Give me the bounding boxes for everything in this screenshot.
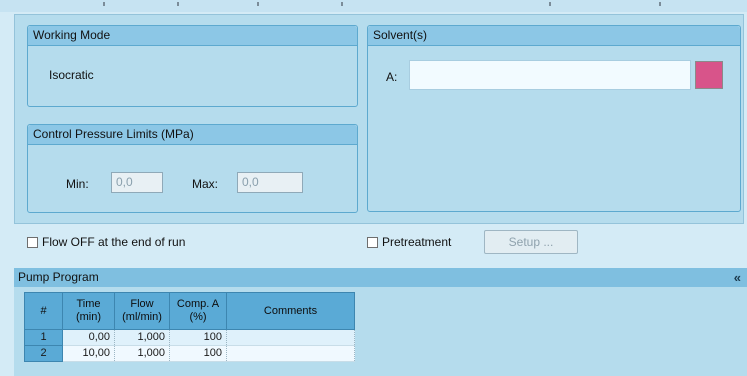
solvent-a-input[interactable] [409,60,691,90]
working-mode-value: Isocratic [49,68,94,82]
comment-cell[interactable] [226,345,355,362]
column-header-comments[interactable]: Comments [226,292,355,330]
solvents-title: Solvent(s) [368,26,740,46]
comment-cell[interactable] [226,329,355,346]
column-header-label: Comments [263,304,318,317]
solvent-a-label: A: [386,70,398,84]
pump-program-title: Pump Program [18,270,99,284]
pressure-limits-group: Control Pressure Limits (MPa) Min: 0,0 M… [27,124,358,213]
top-strip-tick [257,2,259,6]
flow-off-label: Flow OFF at the end of run [42,235,186,249]
max-label: Max: [192,177,219,191]
time-cell[interactable]: 0,00 [62,329,115,346]
comp-a-cell[interactable]: 100 [169,329,227,346]
column-header-label: Time (min) [75,298,102,323]
column-header-label: # [40,304,47,317]
pressure-limits-title: Control Pressure Limits (MPa) [28,125,357,145]
top-strip [0,0,747,12]
table-row[interactable]: 1 0,00 1,000 100 [24,329,355,346]
solvent-a-color-button[interactable] [695,61,723,89]
flow-cell[interactable]: 1,000 [114,329,170,346]
working-mode-title: Working Mode [28,26,357,46]
column-header-time[interactable]: Time (min) [62,292,115,330]
top-strip-tick [659,2,661,6]
pump-program-table: # Time (min) Flow (ml/min) Comp. A (%) C… [24,292,355,362]
pump-program-header: Pump Program « [14,268,747,287]
flow-cell[interactable]: 1,000 [114,345,170,362]
top-strip-tick [103,2,105,6]
min-label: Min: [66,177,89,191]
column-header-comp-a[interactable]: Comp. A (%) [169,292,227,330]
row-number[interactable]: 1 [24,329,63,346]
comp-a-cell[interactable]: 100 [169,345,227,362]
top-strip-tick [341,2,343,6]
solvents-group: Solvent(s) A: [367,25,741,212]
column-header-number[interactable]: # [24,292,63,330]
setup-button[interactable]: Setup ... [484,230,578,254]
pump-program-area: # Time (min) Flow (ml/min) Comp. A (%) C… [14,287,747,376]
collapse-icon[interactable]: « [734,268,741,287]
flow-off-checkbox[interactable] [27,237,38,248]
row-number[interactable]: 2 [24,345,63,362]
top-strip-tick [177,2,179,6]
settings-panel: Working Mode Isocratic Solvent(s) A: Con… [14,14,744,224]
time-cell[interactable]: 10,00 [62,345,115,362]
pretreatment-checkbox[interactable] [367,237,378,248]
working-mode-group: Working Mode Isocratic [27,25,358,107]
table-row[interactable]: 2 10,00 1,000 100 [24,345,355,362]
pretreatment-label: Pretreatment [382,235,452,249]
top-strip-tick [549,2,551,6]
column-header-label: Flow (ml/min) [122,298,162,323]
min-pressure-input[interactable]: 0,0 [111,172,163,193]
max-pressure-input[interactable]: 0,0 [237,172,303,193]
column-header-label: Comp. A (%) [176,298,220,323]
column-header-flow[interactable]: Flow (ml/min) [114,292,170,330]
